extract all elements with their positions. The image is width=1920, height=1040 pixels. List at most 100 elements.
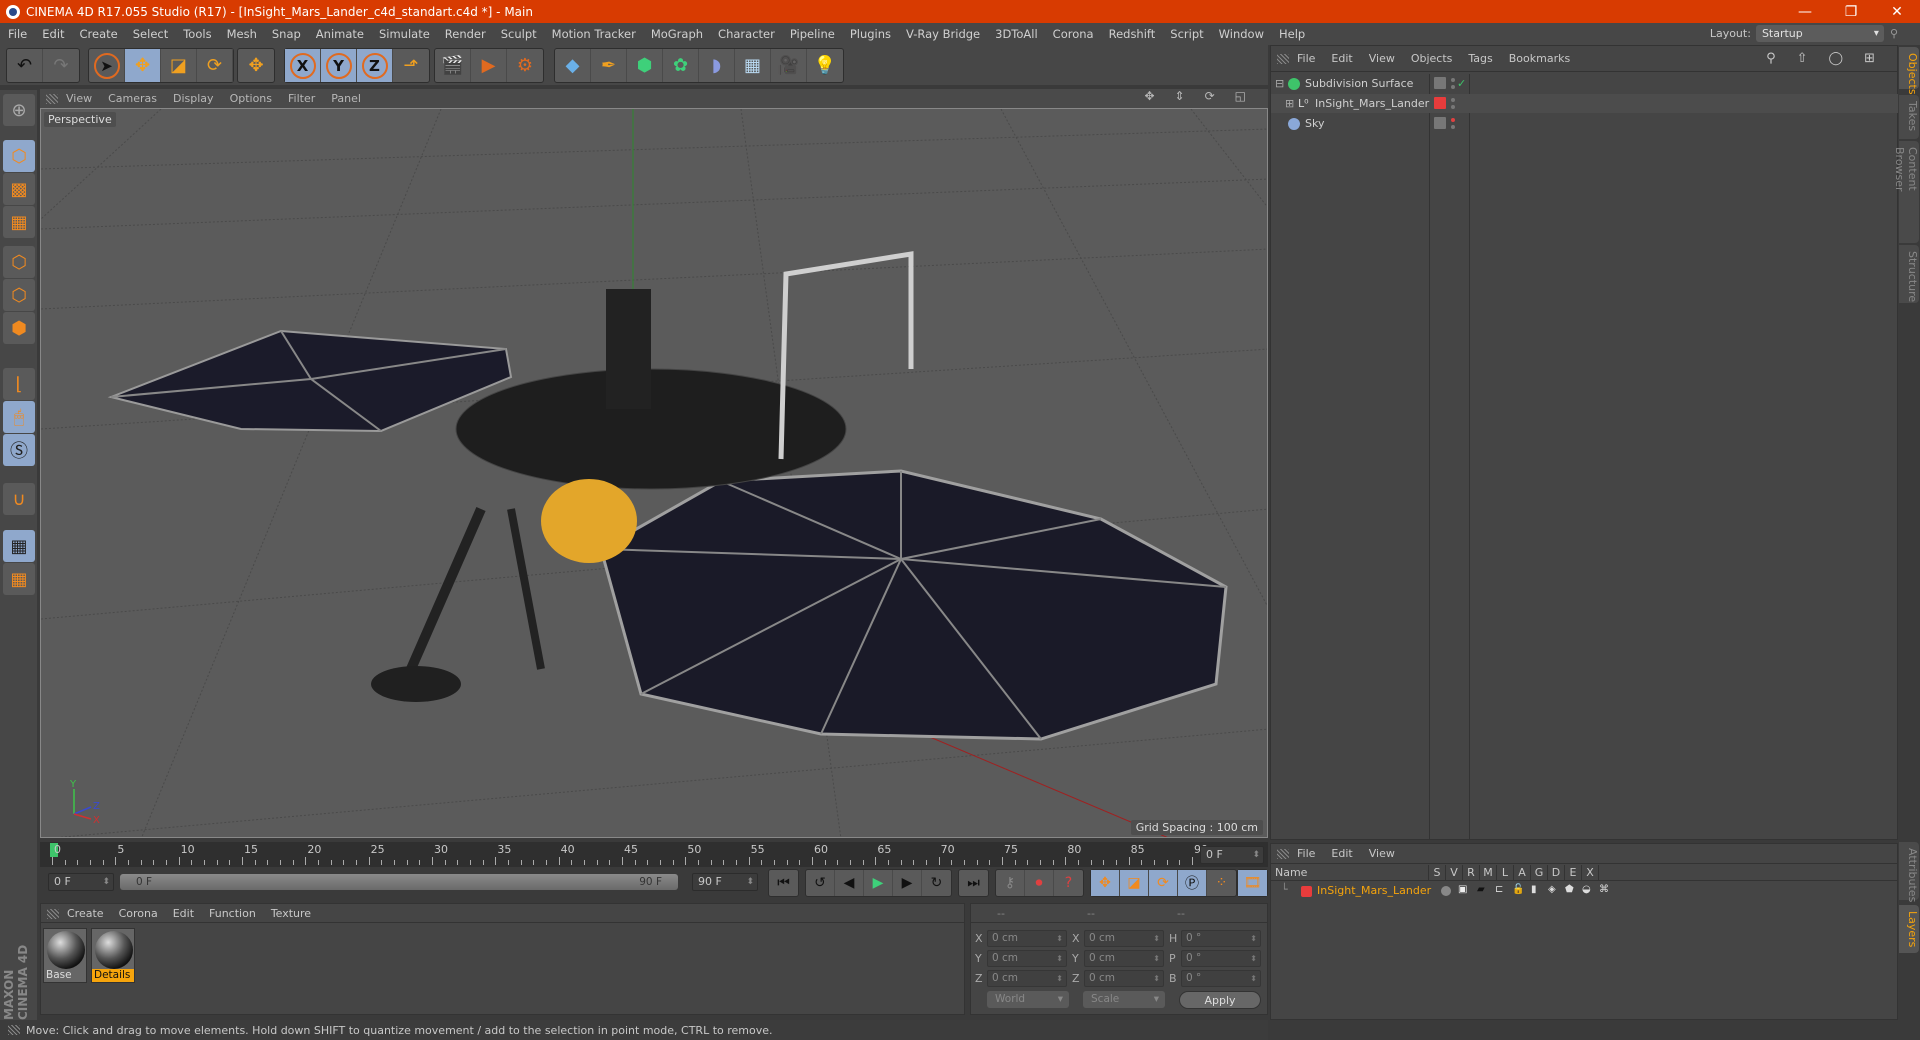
menu-3dtoall[interactable]: 3DToAll	[995, 27, 1038, 41]
layer-color-tag[interactable]	[1434, 97, 1446, 109]
transform-mode-dropdown[interactable]: Scale	[1083, 991, 1165, 1008]
size-x-field[interactable]: 0 cm	[1084, 930, 1164, 947]
axis-y-button[interactable]: Y	[321, 49, 357, 82]
scale-track-icon[interactable]: ◪	[1120, 870, 1149, 896]
visible-toggle-icon[interactable]: ▣	[1458, 884, 1467, 895]
menu-file[interactable]: File	[8, 27, 27, 41]
render-picture-viewer-icon[interactable]: ▶	[471, 49, 507, 82]
menu-edit[interactable]: Edit	[42, 27, 64, 41]
viewport-menu-cameras[interactable]: Cameras	[108, 92, 157, 105]
light-icon[interactable]: 💡	[807, 49, 843, 82]
end-frame-field[interactable]: 90 F	[692, 873, 758, 891]
apply-button[interactable]: Apply	[1179, 991, 1261, 1009]
collapse-icon[interactable]: ⊟	[1275, 77, 1284, 90]
position-x-field[interactable]: 0 cm	[987, 930, 1067, 947]
search-icon[interactable]: ⚲	[1890, 27, 1898, 40]
redo-icon[interactable]: ↷	[43, 49, 79, 82]
object-row-sky[interactable]: Sky	[1271, 114, 1898, 133]
polygons-mode-icon[interactable]: ⬢	[3, 312, 35, 344]
panel-grip[interactable]	[47, 909, 59, 919]
object-menu-view[interactable]: View	[1369, 52, 1395, 65]
size-y-field[interactable]: 0 cm	[1084, 950, 1164, 967]
close-button[interactable]: ✕	[1874, 0, 1920, 23]
object-menu-tags[interactable]: Tags	[1468, 52, 1492, 65]
solo-mode-icon[interactable]: Ⓢ	[3, 434, 35, 466]
panel-grip[interactable]	[1277, 54, 1289, 64]
material-menu-function[interactable]: Function	[209, 907, 256, 920]
pen-spline-icon[interactable]: ✒	[591, 49, 627, 82]
record-keys-icon[interactable]: ⏺	[1025, 870, 1054, 896]
select-live-icon[interactable]: ➤	[89, 49, 125, 82]
viewport-menu-panel[interactable]: Panel	[331, 92, 361, 105]
menu-script[interactable]: Script	[1170, 27, 1203, 41]
deformer-icon[interactable]: ◗	[699, 49, 735, 82]
menu-redshift[interactable]: Redshift	[1109, 27, 1156, 41]
floor-icon[interactable]: ▦	[735, 49, 771, 82]
layer-column-a[interactable]: A	[1514, 865, 1531, 880]
material-menu-texture[interactable]: Texture	[271, 907, 311, 920]
tab-takes[interactable]: Takes	[1899, 95, 1919, 139]
panel-grip[interactable]	[46, 94, 58, 104]
layer-menu-edit[interactable]: Edit	[1331, 847, 1352, 860]
material-swatch-base[interactable]: Base	[43, 928, 87, 983]
render-settings-icon[interactable]: ⚙	[507, 49, 543, 82]
object-menu-bookmarks[interactable]: Bookmarks	[1509, 52, 1570, 65]
layer-column-x[interactable]: X	[1582, 865, 1599, 880]
tab-structure[interactable]: Structure	[1899, 245, 1919, 303]
search-icon[interactable]: ⚲	[1766, 51, 1776, 66]
pan-icon[interactable]: ✥	[1144, 89, 1154, 103]
previous-key-icon[interactable]: ↺	[806, 870, 835, 896]
menu-plugins[interactable]: Plugins	[850, 27, 891, 41]
cube-icon[interactable]: ◆	[555, 49, 591, 82]
layer-menu-view[interactable]: View	[1369, 847, 1395, 860]
autokey-icon[interactable]: ?	[1054, 870, 1083, 896]
play-icon[interactable]: ▶	[864, 870, 893, 896]
layer-column-s[interactable]: S	[1429, 865, 1446, 880]
home-icon[interactable]: ⇧	[1797, 51, 1808, 66]
go-to-start-icon[interactable]: ⏮	[769, 870, 798, 896]
layout-dropdown[interactable]: Startup	[1755, 25, 1884, 42]
tab-objects[interactable]: Objects	[1899, 47, 1919, 95]
menu-animate[interactable]: Animate	[316, 27, 364, 41]
timeline-window-icon[interactable]: 🎞	[1238, 870, 1267, 896]
render-visibility-dot[interactable]	[1451, 85, 1455, 89]
menu-render[interactable]: Render	[445, 27, 486, 41]
minimize-button[interactable]: —	[1782, 0, 1828, 23]
tab-layers[interactable]: Layers	[1899, 905, 1919, 953]
layer-column-e[interactable]: E	[1565, 865, 1582, 880]
menu-pipeline[interactable]: Pipeline	[790, 27, 835, 41]
object-menu-edit[interactable]: Edit	[1331, 52, 1352, 65]
make-editable-icon[interactable]: ⊕	[3, 94, 35, 126]
maximize-icon[interactable]: ◱	[1235, 89, 1246, 103]
move-icon[interactable]: ✥	[125, 49, 161, 82]
viewport-menu-filter[interactable]: Filter	[288, 92, 315, 105]
edges-mode-icon[interactable]: ⬡	[3, 279, 35, 311]
rotation-b-field[interactable]: 0 °	[1181, 970, 1261, 987]
editor-visibility-dot[interactable]	[1451, 118, 1455, 122]
panel-grip[interactable]	[1277, 849, 1289, 859]
axis-z-button[interactable]: Z	[357, 49, 393, 82]
layer-menu-file[interactable]: File	[1297, 847, 1315, 860]
rotate-icon[interactable]: ⟳	[197, 49, 233, 82]
point-level-icon[interactable]: ⁘	[1207, 870, 1236, 896]
size-z-field[interactable]: 0 cm	[1084, 970, 1164, 987]
menu-motion-tracker[interactable]: Motion Tracker	[552, 27, 636, 41]
current-frame-field[interactable]: 0 F	[1200, 846, 1264, 864]
coordinate-mode-dropdown[interactable]: World	[987, 991, 1069, 1008]
dolly-icon[interactable]: ⇕	[1175, 89, 1185, 103]
render-visibility-dot[interactable]	[1451, 105, 1455, 109]
coordinate-system-icon[interactable]: ⬏	[393, 49, 429, 82]
tab-content-browser[interactable]: Content Browser	[1893, 141, 1919, 243]
model-mode-icon[interactable]: ⬡	[3, 140, 35, 172]
rotation-h-field[interactable]: 0 °	[1181, 930, 1261, 947]
menu-simulate[interactable]: Simulate	[379, 27, 430, 41]
viewport-menu-view[interactable]: View	[66, 92, 92, 105]
move-last-icon[interactable]: ✥	[238, 49, 274, 82]
solo-toggle-icon[interactable]	[1441, 886, 1451, 896]
render-view-icon[interactable]: 🎬	[435, 49, 471, 82]
undo-icon[interactable]: ↶	[7, 49, 43, 82]
subdivision-icon[interactable]: ⬢	[627, 49, 663, 82]
lock-toggle-icon[interactable]: 🔓	[1512, 884, 1524, 895]
render-toggle-icon[interactable]: ▰	[1477, 884, 1485, 895]
editor-visibility-dot[interactable]	[1451, 78, 1455, 82]
